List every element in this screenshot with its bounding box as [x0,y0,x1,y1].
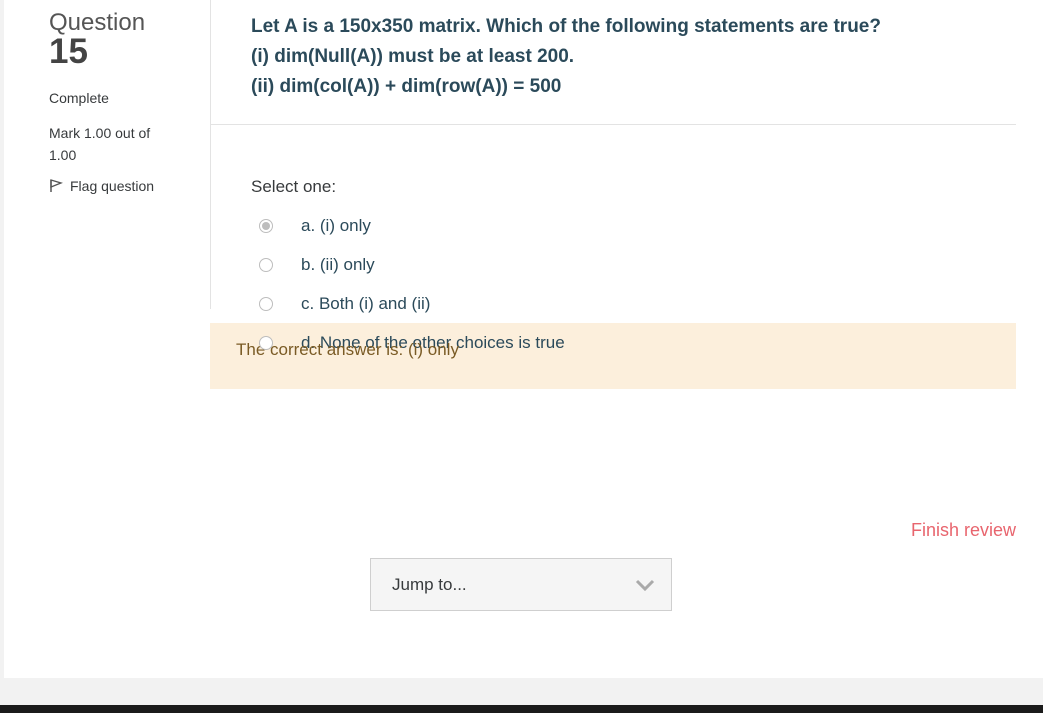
finish-review-link[interactable]: Finish review [911,520,1016,541]
chevron-down-icon [635,579,655,591]
select-prompt: Select one: [251,177,337,196]
radio-a[interactable] [259,218,273,233]
answer-block: Select one: a. (i) only b. (ii) only c. … [210,125,1016,352]
answer-option-c[interactable]: c. Both (i) and (ii) [251,284,1016,323]
flag-question-link[interactable]: Flag question [49,178,179,194]
flag-icon [50,179,63,192]
radio-b[interactable] [259,257,273,272]
page-container: Question 15 Complete Mark 1.00 out of 1.… [4,0,1043,678]
question-info: Question 15 Complete Mark 1.00 out of 1.… [49,8,179,194]
question-text: Let A is a 150x350 matrix. Which of the … [210,0,1016,125]
question-line: (i) dim(Null(A)) must be at least 200. [251,46,575,67]
jump-to-select[interactable]: Jump to... [370,558,672,611]
question-line: (ii) dim(col(A)) + dim(row(A)) = 500 [251,76,562,97]
question-grade: Mark 1.00 out of 1.00 [49,125,151,163]
question-content: Let A is a 150x350 matrix. Which of the … [210,0,1016,389]
jump-to-label: Jump to... [392,574,467,594]
question-line: Let A is a 150x350 matrix. Which of the … [251,16,881,37]
answer-option-b[interactable]: b. (ii) only [251,245,1016,284]
answer-option-a[interactable]: a. (i) only [251,206,1016,245]
question-number: 15 [49,32,88,71]
answer-label: c. Both (i) and (ii) [301,293,431,313]
footer-bar [0,705,1043,713]
radio-d[interactable] [259,335,273,350]
question-state: Complete [49,90,109,106]
answer-label: b. (ii) only [301,254,375,274]
radio-c[interactable] [259,296,273,311]
flag-question-label: Flag question [70,178,155,194]
answer-label: a. (i) only [301,215,371,235]
